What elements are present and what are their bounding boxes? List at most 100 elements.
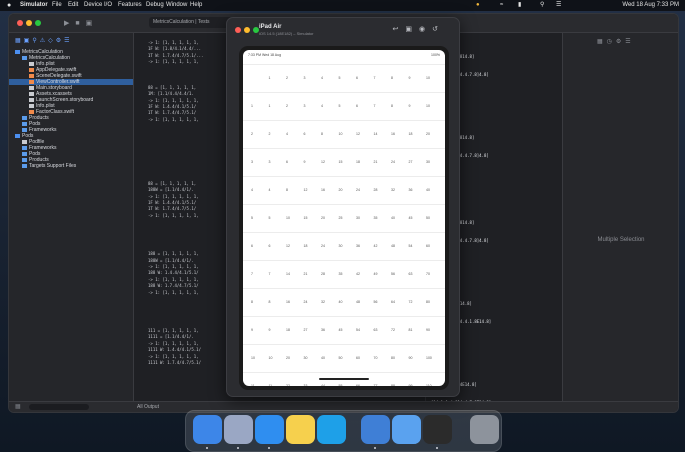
- grid-cell: 11: [251, 384, 255, 386]
- finder-dock-icon[interactable]: [392, 415, 421, 444]
- safari-dock-icon[interactable]: [255, 415, 284, 444]
- minimize-window-button[interactable]: [26, 20, 32, 26]
- grid-cell: 4: [286, 132, 288, 136]
- grid-cell: 24: [321, 244, 325, 248]
- navigator-tab-icons[interactable]: ▦▣⚲⚠◇⚙☰: [15, 37, 72, 44]
- menu-app-name[interactable]: Simulator: [20, 0, 48, 11]
- grid-cell: 2: [268, 132, 271, 136]
- simulator-tool-icons[interactable]: ↩▣◉↺: [393, 25, 445, 33]
- sim-minimize-button[interactable]: [244, 27, 250, 33]
- search-icon[interactable]: ⚲: [540, 0, 544, 11]
- grid-cell: 10: [251, 356, 255, 360]
- code-line: -> 1: [1, 1, 1, 1, 1,: [148, 59, 199, 65]
- grid-cell: 90: [408, 356, 413, 360]
- menu-clock[interactable]: Wed 18 Aug 7:33 PM: [622, 0, 679, 11]
- close-window-button[interactable]: [17, 20, 23, 26]
- grid-cell: 10: [426, 76, 430, 80]
- project-navigator: ▦▣⚲⚠◇⚙☰ MetricsCalculation MetricsCalcula…: [9, 33, 134, 401]
- grid-cell: 35: [338, 272, 343, 276]
- grid-cell: 21: [373, 160, 378, 164]
- grid-cell: 4: [321, 76, 323, 80]
- code-line: 1T W: 1.7.4/4.7/5.1/: [148, 110, 197, 116]
- sim-close-button[interactable]: [235, 27, 241, 33]
- menu-io[interactable]: I/O: [104, 0, 112, 11]
- skype-dock-icon[interactable]: [317, 415, 346, 444]
- grid-cell: 35: [373, 216, 378, 220]
- grid-cell: 3: [303, 76, 306, 80]
- menu-edit[interactable]: Edit: [68, 0, 78, 11]
- debug-toggle-icon[interactable]: ▦: [15, 403, 21, 410]
- grid-cell: 44: [321, 384, 325, 386]
- apple-menu-icon[interactable]: ●: [7, 0, 11, 11]
- grid-cell: 20: [286, 356, 290, 360]
- xcode-dock-icon[interactable]: [361, 415, 390, 444]
- menu-bar: ● Simulator File Edit Device I/O Feature…: [0, 0, 685, 11]
- grid-cell: 8: [391, 76, 393, 80]
- code-line: -> 1: [1, 1, 1, 1, 1,: [148, 353, 199, 359]
- grid-cell: 64: [391, 300, 395, 304]
- code-line: 88 = [1, 1, 1, 1, 1,: [148, 84, 197, 90]
- grid-cell: 10: [286, 216, 290, 220]
- filter-field[interactable]: [29, 404, 89, 410]
- grid-cell: 54: [408, 244, 413, 248]
- menu-file[interactable]: File: [52, 0, 62, 11]
- menu-help[interactable]: Help: [190, 0, 202, 11]
- file-icon: [29, 103, 34, 108]
- grid-cell: 30: [356, 216, 360, 220]
- code-line: 188 W: 1.4.4/4.1/5.1/: [148, 270, 199, 276]
- grid-cell: 36: [408, 188, 413, 192]
- finder-dock-icon[interactable]: [193, 415, 222, 444]
- folder-icon: [22, 145, 27, 150]
- run-stop-icons[interactable]: ▶■▣: [64, 19, 98, 27]
- code-line: 1F W: [1.8/4.1/4.4/...: [148, 46, 201, 52]
- launchpad-dock-icon[interactable]: [224, 415, 253, 444]
- terminal-dock-icon[interactable]: [423, 415, 452, 444]
- code-line: 1F W: 1.4.4/4.1/5.1/: [148, 200, 197, 205]
- grid-cell: 8: [391, 104, 393, 108]
- running-indicator: [206, 447, 208, 449]
- folder-icon: [22, 151, 27, 156]
- grid-cell: 28: [321, 272, 325, 276]
- menu-window[interactable]: Window: [166, 0, 187, 11]
- menu-device[interactable]: Device: [84, 0, 102, 11]
- grid-cell: 28: [373, 188, 378, 192]
- grid-cell: 7: [373, 76, 376, 80]
- running-indicator: [374, 447, 376, 449]
- ipad-screen[interactable]: 7:33 PM Wed 18 Aug 100% 1 2 3 4 5 6 7 8 9 10 1 1 2 3 4…: [243, 50, 445, 386]
- grid-cell: 10: [268, 356, 273, 360]
- status-icon[interactable]: ●: [476, 0, 480, 11]
- grid-cell: 63: [408, 272, 413, 276]
- trash-dock-icon[interactable]: [470, 415, 499, 444]
- grid-cell: 77: [373, 384, 378, 386]
- file-tree: MetricsCalculation MetricsCalculation Info…: [9, 49, 133, 169]
- tree-item[interactable]: Targets Support Files: [9, 163, 133, 169]
- debug-output-label[interactable]: All Output: [137, 404, 159, 410]
- running-indicator: [436, 447, 438, 449]
- grid-row: 9 9 18 27 36 45 54 63 72 81 90: [243, 316, 445, 345]
- home-indicator[interactable]: [319, 378, 369, 380]
- zoom-window-button[interactable]: [35, 20, 41, 26]
- grid-cell: 99: [408, 384, 413, 386]
- running-indicator: [237, 447, 239, 449]
- inspector-tab-icons[interactable]: ▦◷⚙☰: [597, 38, 635, 45]
- grid-cell: 18: [408, 132, 413, 136]
- grid-cell: 4: [251, 188, 253, 192]
- file-icon: [29, 61, 34, 66]
- notes-dock-icon[interactable]: [286, 415, 315, 444]
- menu-debug[interactable]: Debug: [146, 0, 164, 11]
- grid-cell: 6: [303, 132, 306, 136]
- wifi-icon[interactable]: ≈: [500, 0, 503, 11]
- simulator-title: iPad Air: [259, 24, 282, 30]
- inspector-empty-label: Multiple Selection: [597, 237, 645, 243]
- grid-cell: 8: [286, 188, 288, 192]
- menu-features[interactable]: Features: [118, 0, 142, 11]
- ipad-device-frame: 7:33 PM Wed 18 Aug 100% 1 2 3 4 5 6 7 8 9 10 1 1 2 3 4…: [239, 46, 449, 390]
- grid-row: 6 6 12 18 24 30 36 42 48 54 60: [243, 232, 445, 261]
- folder-icon: [22, 55, 27, 60]
- code-line: 188W = [1.1/4.4/1/.: [148, 257, 194, 263]
- grid-cell: 21: [303, 272, 308, 276]
- folder-icon: [22, 127, 27, 132]
- battery-icon[interactable]: ▮: [518, 0, 521, 11]
- control-center-icon[interactable]: ☰: [556, 0, 561, 11]
- code-line: 188 = [1, 1, 1, 1, 1,: [148, 251, 199, 257]
